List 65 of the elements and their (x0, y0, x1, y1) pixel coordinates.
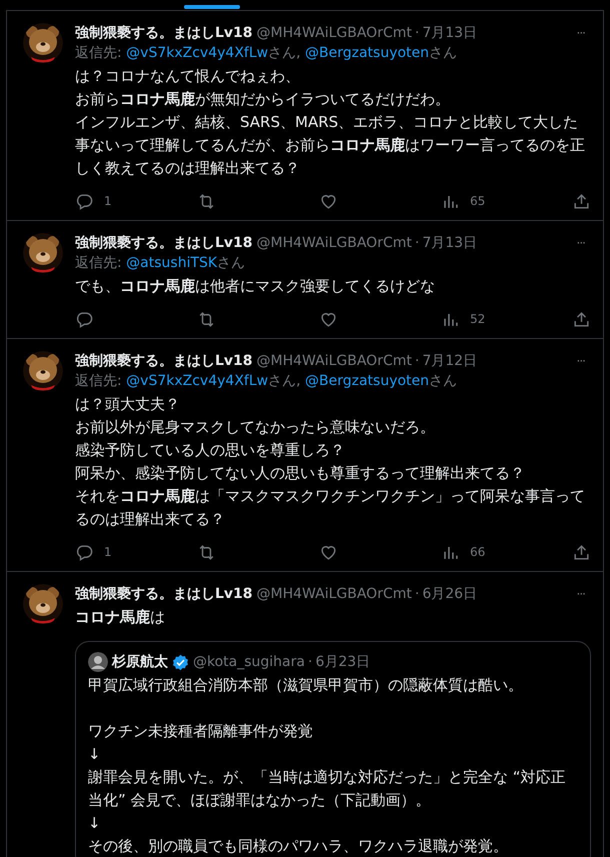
mention-link[interactable]: @atsushiTSK (126, 255, 218, 271)
mention-link[interactable]: @Bergzatsuyoten (305, 373, 430, 389)
post-text: ↓ (88, 744, 102, 765)
post-date[interactable]: 7月13日 (422, 233, 478, 253)
separator-dot: · (414, 352, 420, 371)
more-button[interactable]: ··· (570, 26, 591, 40)
separator-dot: · (414, 24, 420, 43)
post-text: お前以外が尾身マスクしてなかったら意味ないだろ。 (75, 417, 436, 438)
reply-to-line: 返信先: @vS7kxZcv4y4XfLwさん, @Bergzatsuyotenさん (75, 372, 458, 391)
post-text: ワクチン未接種者隔離事件が発覚 (88, 721, 314, 742)
post-date[interactable]: 7月12日 (422, 351, 478, 371)
post-text: 感染予防している人の思いを尊重しろ？ (75, 440, 346, 461)
mention-link[interactable]: @Bergzatsuyoten (305, 45, 430, 61)
post-date[interactable]: 6月26日 (422, 584, 478, 604)
user-handle[interactable]: @MH4WAiLGBAOrCmt (256, 23, 412, 43)
post-text: でも、コロナ馬鹿は他者にマスク強要してくるけどな (75, 276, 436, 297)
more-button[interactable]: ··· (570, 354, 591, 368)
post-text: は？コロナなんて恨んでねぇわ、 (75, 66, 301, 87)
quoted-post[interactable]: 杉原航太 @kota_sugihara · 6月23日 甲賀広域行政組合消防本部（滋賀県甲賀市）の隠蔽体質は酷い。 ワクチン未接種者隔離事件が発覚 ↓ 謝罪会見を開いた。が、「当時は適切な対応だった」と完全な “対応正当化” 会見で、ほぼ謝罪はなかった（下記動画）。 ↓ その後、別の職員でも同様のパワハラ、ワクハラ退職が発覚。 (75, 641, 591, 857)
post-text: 甲賀広域行政組合消防本部（滋賀県甲賀市）の隠蔽体質は酷い。 (88, 675, 524, 696)
separator-dot: · (414, 234, 420, 253)
post-text: 謝罪会見を開いた。が、「当時は適切な対応だった」と完全な “対応正当化” 会見で、ほぼ謝罪はなかった（下記動画）。 (88, 767, 567, 811)
repost-icon[interactable] (197, 310, 216, 328)
tab-indicator (184, 5, 240, 9)
mention-link[interactable]: @vS7kxZcv4y4XfLw (126, 45, 268, 61)
repost-icon[interactable] (197, 192, 216, 210)
share-icon[interactable] (572, 310, 591, 328)
share-icon[interactable] (572, 192, 591, 210)
reply-to-line: 返信先: @atsushiTSKさん (75, 254, 246, 273)
post-text: コロナ馬鹿は (75, 607, 166, 628)
user-handle[interactable]: @MH4WAiLGBAOrCmt (256, 351, 412, 371)
post-text: インフルエンザ、結核、SARS、MARS、エボラ、コロナと比較して大した事ないって理解してるんだが、お前らコロナ馬鹿はワーワー言ってるのを正しく教えてるのは理解出来てる？ (75, 112, 586, 179)
user-handle[interactable]: @MH4WAiLGBAOrCmt (256, 584, 412, 604)
user-name[interactable]: 杉原航太 (112, 652, 168, 672)
post-text: その後、別の職員でも同様のパワハラ、ワクハラ退職が発覚。 (88, 836, 509, 857)
reply-icon[interactable] (75, 310, 94, 328)
post-date[interactable]: 7月13日 (422, 23, 478, 43)
more-button[interactable]: ··· (570, 587, 591, 601)
user-name[interactable]: 強制猥褻する。まはしLv18 (75, 23, 253, 43)
post-text: 阿呆か、感染予防してない人の思いも尊重するって理解出来てる？ (75, 463, 526, 484)
separator-dot: · (414, 585, 420, 604)
separator-dot: · (308, 653, 312, 672)
user-name[interactable]: 強制猥褻する。まはしLv18 (75, 233, 253, 253)
repost-icon[interactable] (197, 542, 216, 562)
reply-count: 1 (104, 194, 112, 208)
reply-to-line: 返信先: @vS7kxZcv4y4XfLwさん, @Bergzatsuyotenさん (75, 44, 458, 63)
post-text: ↓ (88, 813, 102, 834)
post-text: お前らコロナ馬鹿が無知だからイラついてるだけだわ。 (75, 89, 451, 110)
post-text: それをコロナ馬鹿は「マスクマスクワクチンワクチン」って阿呆な事言ってるのは理解出来てる？ (75, 486, 586, 530)
user-handle[interactable]: @MH4WAiLGBAOrCmt (256, 233, 412, 253)
user-name[interactable]: 強制猥褻する。まはしLv18 (75, 584, 253, 604)
more-button[interactable]: ··· (570, 236, 591, 250)
reply-icon[interactable] (75, 542, 94, 562)
view-count: 66 (470, 545, 486, 559)
avatar (88, 652, 108, 672)
view-count: 65 (470, 194, 486, 208)
post-date[interactable]: 6月23日 (315, 652, 370, 672)
user-name[interactable]: 強制猥褻する。まはしLv18 (75, 351, 253, 371)
reply-icon[interactable] (75, 192, 94, 210)
post-text: は？頭大丈夫？ (75, 394, 181, 415)
reply-count: 1 (104, 545, 112, 559)
mention-link[interactable]: @vS7kxZcv4y4XfLw (126, 373, 268, 389)
user-handle[interactable]: @kota_sugihara (193, 652, 305, 672)
share-icon[interactable] (572, 542, 591, 562)
view-count: 52 (470, 312, 486, 326)
